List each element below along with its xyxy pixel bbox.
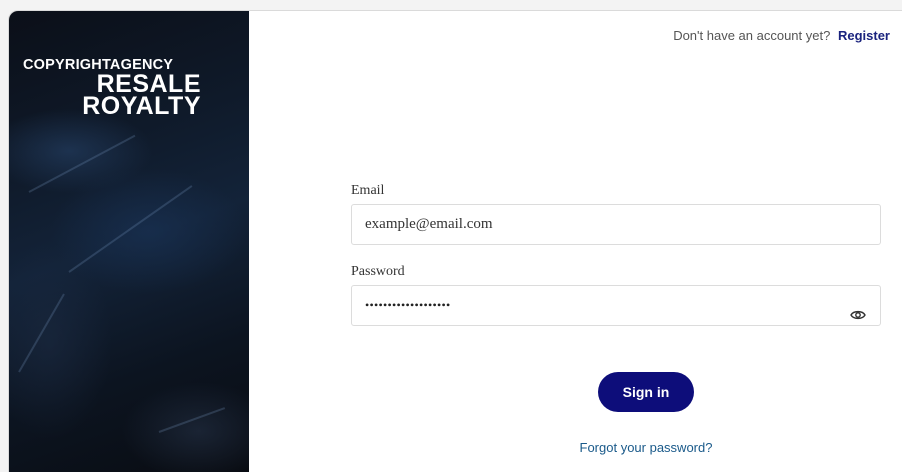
hero-image: COPYRIGHTAGENCY RESALE ROYALTY xyxy=(9,11,249,472)
brand-logo: COPYRIGHTAGENCY RESALE ROYALTY xyxy=(23,57,201,120)
hero-brush-stroke xyxy=(68,185,193,273)
eye-icon[interactable] xyxy=(850,299,866,320)
sign-in-button[interactable]: Sign in xyxy=(598,372,694,412)
register-prompt-text: Don't have an account yet? xyxy=(673,28,831,43)
hero-brush-stroke xyxy=(158,407,226,433)
login-form: Email example@email.com Password •••••••… xyxy=(351,182,881,455)
password-value: ••••••••••••••••••• xyxy=(365,298,451,312)
register-link[interactable]: Register xyxy=(838,28,890,43)
hero-brush-stroke xyxy=(18,293,65,373)
register-prompt: Don't have an account yet? Register xyxy=(673,28,890,43)
email-field[interactable]: example@email.com xyxy=(351,204,881,245)
password-field[interactable]: ••••••••••••••••••• xyxy=(351,285,881,326)
login-window: COPYRIGHTAGENCY RESALE ROYALTY Don't hav… xyxy=(8,10,902,472)
hero-brush-stroke xyxy=(28,134,136,193)
email-value: example@email.com xyxy=(365,216,493,232)
brand-line-royalty: ROYALTY xyxy=(82,92,201,120)
password-label: Password xyxy=(351,264,405,279)
email-label: Email xyxy=(351,183,385,198)
forgot-password-link[interactable]: Forgot your password? xyxy=(571,440,721,455)
